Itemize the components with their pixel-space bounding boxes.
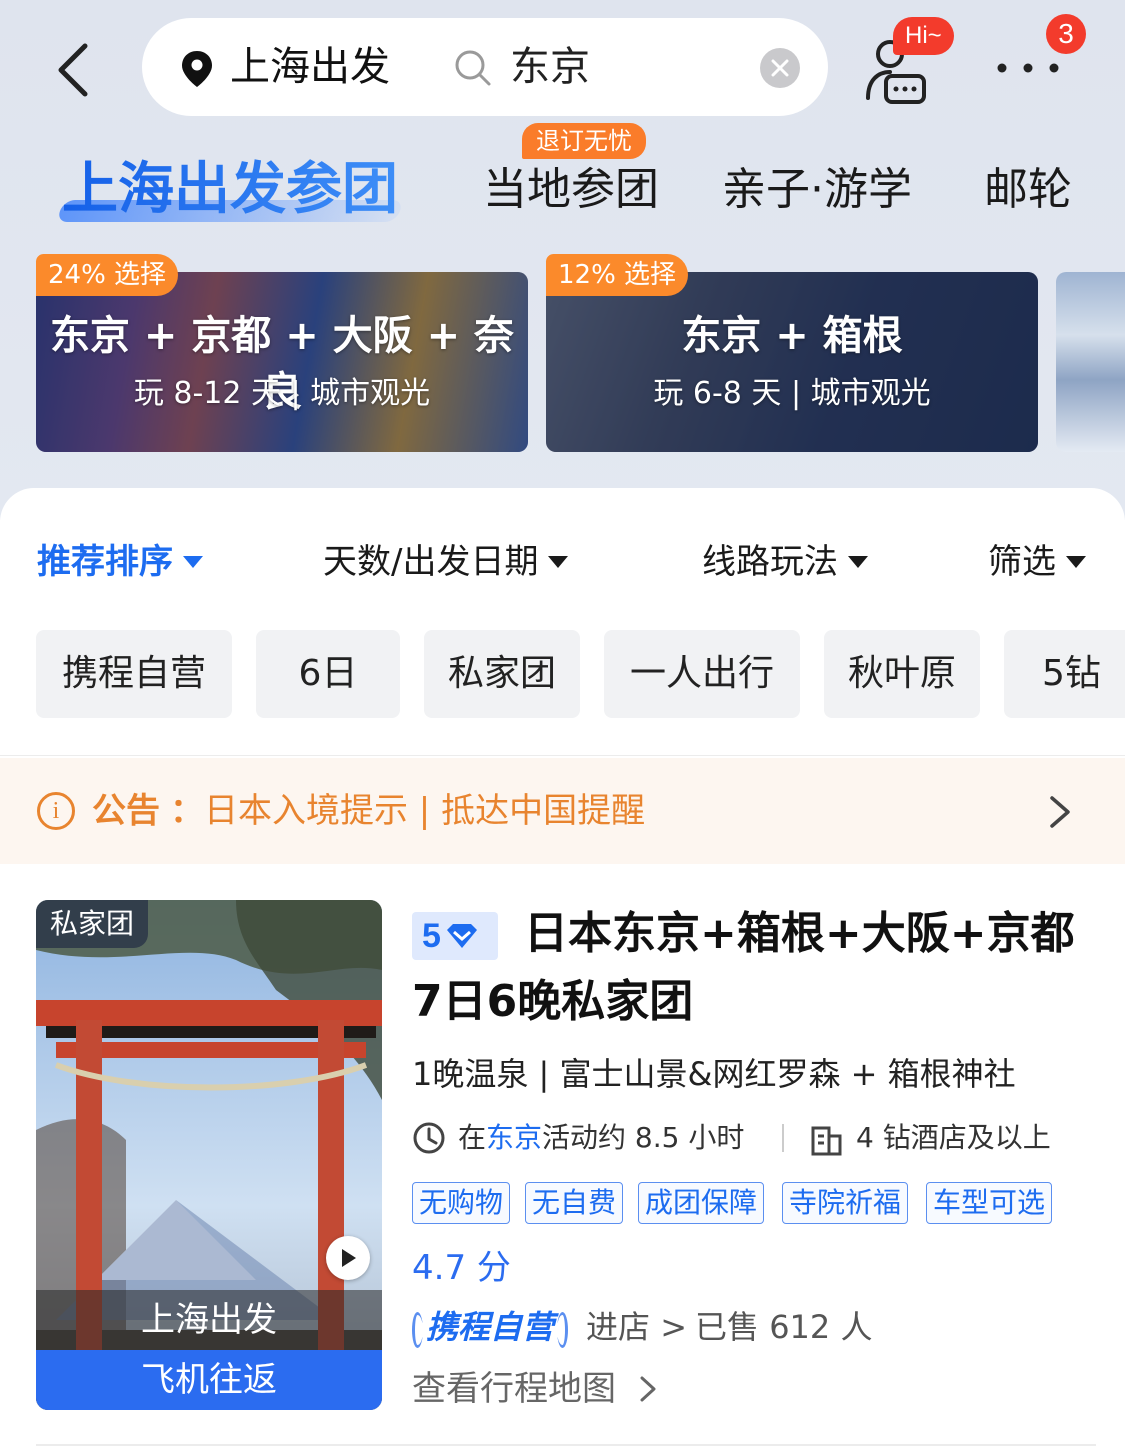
level-number: 5: [422, 916, 441, 955]
chip-ctrip-self[interactable]: 携程自营: [36, 630, 232, 718]
tab-shanghai-group[interactable]: 上海出发参团: [62, 152, 398, 228]
route-subtitle: 玩 8-12 天 | 城市观光: [133, 376, 431, 411]
route-card-partial[interactable]: [1056, 272, 1125, 452]
tab-local-group[interactable]: 当地参团: [483, 158, 659, 222]
activity-prefix: 在: [458, 1121, 487, 1154]
play-video-button[interactable]: [326, 1236, 370, 1280]
close-icon: [771, 59, 789, 77]
ctrip-self-badge: 携程自营: [412, 1302, 569, 1352]
chip-akihabara[interactable]: 秋叶原: [824, 630, 980, 718]
enter-store-label: 进店: [586, 1308, 651, 1346]
diamond-icon: [446, 924, 477, 948]
notice-bar[interactable]: i 公告 ： 日本入境提示 | 抵达中国提醒: [0, 758, 1125, 864]
sort-recommended[interactable]: 推荐排序: [37, 538, 203, 586]
transport-label: 飞机往返: [36, 1350, 382, 1410]
caret-down-icon: [183, 556, 203, 568]
chip-solo-travel[interactable]: 一人出行: [604, 630, 800, 718]
caret-down-icon: [1066, 556, 1086, 568]
tag-temple-blessing: 寺院祈福: [782, 1182, 909, 1224]
clear-search-button[interactable]: [760, 48, 800, 88]
route-percent-badge: 24% 选择: [36, 254, 179, 296]
view-itinerary-map-link[interactable]: 查看行程地图: [412, 1364, 659, 1414]
enter-store-link[interactable]: 进店 >: [586, 1302, 687, 1352]
sort-label: 筛选: [988, 542, 1056, 582]
sort-label: 线路玩法: [702, 542, 838, 582]
more-dots-icon: [997, 63, 1059, 73]
back-button[interactable]: [38, 30, 108, 110]
play-icon: [342, 1249, 356, 1267]
hotel-level: 4 钻酒店及以上: [856, 1121, 1051, 1154]
chip-private-group[interactable]: 私家团: [424, 630, 580, 718]
tag-no-shopping: 无购物: [412, 1182, 511, 1224]
activity-suffix: 活动约 8.5 小时: [542, 1121, 745, 1154]
sort-filter[interactable]: 筛选: [988, 538, 1086, 586]
activity-city: 东京: [486, 1121, 543, 1154]
sort-label: 天数/出发日期: [323, 542, 539, 582]
clock-icon: [413, 1122, 445, 1154]
caret-down-icon: [548, 556, 569, 568]
sort-days-date[interactable]: 天数/出发日期: [323, 538, 569, 586]
diamond-level-badge: 5: [412, 912, 498, 960]
chip-5-diamond[interactable]: 5钻: [1004, 630, 1125, 718]
departure-city[interactable]: 上海出发: [230, 38, 390, 96]
search-input[interactable]: 东京: [510, 38, 590, 96]
search-bar[interactable]: 上海出发 东京: [142, 18, 828, 116]
hotel-icon: [811, 1126, 842, 1156]
map-link-label: 查看行程地图: [412, 1369, 616, 1409]
product-title[interactable]: 日本东京+箱根+大阪+京都7日6晚私家团: [412, 900, 1102, 1036]
tag-group-guarantee: 成团保障: [638, 1182, 765, 1224]
info-icon: i: [37, 792, 75, 830]
private-group-tag: 私家团: [36, 900, 149, 948]
tag-vehicle-choice: 车型可选: [926, 1182, 1053, 1224]
notice-colon: ：: [170, 791, 204, 831]
chip-6-days[interactable]: 6日: [256, 630, 400, 718]
divider: [36, 1444, 1096, 1446]
route-title: 东京 + 箱根: [681, 313, 903, 359]
route-image: [1056, 272, 1125, 452]
departure-label: 上海出发: [36, 1290, 382, 1350]
sort-label: 推荐排序: [37, 542, 173, 582]
chevron-right-icon[interactable]: [1044, 792, 1074, 832]
refund-badge: 退订无忧: [522, 123, 646, 159]
rating-score: 4.7 分: [412, 1248, 511, 1288]
route-percent-badge: 12% 选择: [546, 254, 689, 296]
tab-family-study[interactable]: 亲子·游学: [722, 158, 912, 222]
more-button[interactable]: [990, 48, 1070, 88]
tag-no-extra-cost: 无自费: [525, 1182, 624, 1224]
search-icon: [455, 50, 491, 86]
meta-separator: [782, 1124, 784, 1152]
chevron-right-icon: >: [660, 1308, 688, 1346]
notice-text: 日本入境提示 | 抵达中国提醒: [204, 791, 646, 831]
sold-count: 已售 612 人: [695, 1308, 873, 1346]
chevron-right-icon: [640, 1376, 656, 1402]
caret-down-icon: [848, 556, 868, 568]
hi-badge: Hi~: [893, 17, 954, 55]
route-card-tokyo-kyoto-osaka-nara[interactable]: 东京 + 京都 + 大阪 + 奈良 玩 8-12 天 | 城市观光: [36, 272, 528, 452]
location-pin-icon: [182, 51, 212, 87]
chevron-left-icon: [58, 43, 88, 97]
activity-duration: 在东京活动约 8.5 小时: [458, 1116, 744, 1160]
notification-count-badge: 3: [1046, 14, 1086, 54]
tab-cruise[interactable]: 邮轮: [984, 158, 1072, 222]
sort-route-type[interactable]: 线路玩法: [702, 538, 868, 586]
divider: [0, 755, 1125, 756]
product-subtitle: 1晚温泉 | 富士山景&网红罗森 + 箱根神社: [412, 1055, 1016, 1093]
route-card-tokyo-hakone[interactable]: 东京 + 箱根 玩 6-8 天 | 城市观光: [546, 272, 1038, 452]
shop-row: 携程自营 进店 > 已售 612 人: [412, 1302, 872, 1352]
route-subtitle: 玩 6-8 天 | 城市观光: [653, 376, 931, 411]
notice-label: 公告: [92, 791, 160, 831]
